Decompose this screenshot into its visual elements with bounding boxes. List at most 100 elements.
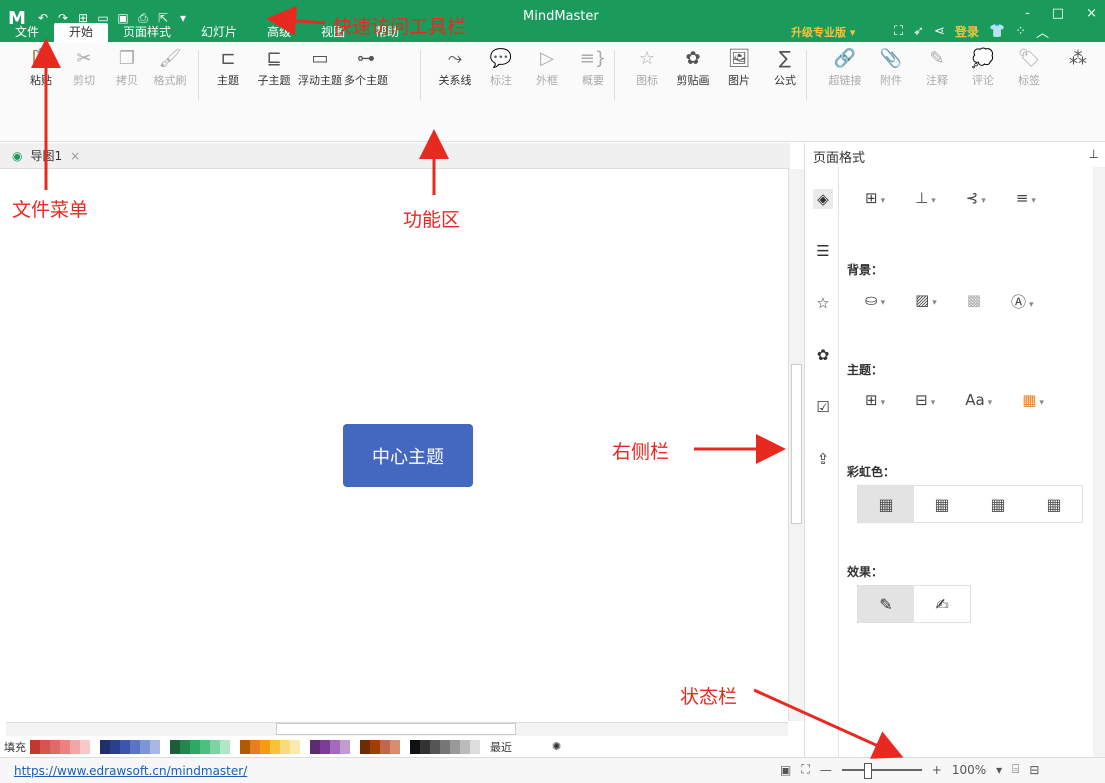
close-tab-icon[interactable]: × bbox=[70, 149, 80, 163]
remove-background-icon[interactable]: ▩ bbox=[967, 291, 981, 312]
theme-icon[interactable]: ⊞ ▾ bbox=[865, 391, 885, 409]
ribbon-separator bbox=[806, 50, 807, 100]
zoom-level[interactable]: 100% bbox=[952, 763, 986, 777]
right-panel: 页面格式 ⊥ ◈ ☰ ☆ ✿ ☑ ⇪ ⊞ ▾ ⊥ ▾ ⊰ ▾ ≡ ▾ 背景： ⛀ ▾ ▨ ▾… bbox=[804, 143, 1105, 757]
app-title: MindMaster bbox=[523, 9, 599, 24]
clipart-icon[interactable]: ✿ bbox=[813, 345, 833, 365]
upgrade-button[interactable]: 升级专业版 ▾ bbox=[791, 24, 855, 40]
maximize-button[interactable]: □ bbox=[1052, 6, 1064, 21]
rainbow-option-4[interactable]: ▦ bbox=[1026, 486, 1082, 522]
fit-screen-icon[interactable]: ⛶ bbox=[801, 762, 809, 777]
cut-icon: ✂ bbox=[76, 48, 92, 69]
central-topic[interactable]: 中心主题 bbox=[343, 424, 473, 487]
skin-icon[interactable]: 👕 bbox=[989, 24, 1005, 39]
ribbon-separator bbox=[614, 50, 615, 100]
ribbon-button-18[interactable]: ✎ 注释 bbox=[914, 46, 960, 88]
ribbon-button-5[interactable]: ⊑ 子主题 bbox=[251, 46, 297, 88]
color-swatch[interactable] bbox=[475, 739, 480, 754]
canvas[interactable]: 中心主题 bbox=[0, 169, 788, 721]
send-icon[interactable]: ➶ bbox=[913, 24, 924, 39]
document-tab[interactable]: ◉ 导图1 × bbox=[12, 147, 80, 164]
ribbon-button-label: 图标 bbox=[636, 74, 658, 87]
ribbon-button-11[interactable]: ≡} 概要 bbox=[570, 46, 616, 88]
tab-file[interactable]: 文件 bbox=[0, 23, 54, 42]
ribbon-button-13[interactable]: ✿ 剪贴画 bbox=[670, 46, 716, 88]
background-image-icon[interactable]: ▨ ▾ bbox=[915, 291, 937, 312]
tab-home[interactable]: 开始 bbox=[54, 23, 109, 42]
ribbon-button-label: 评论 bbox=[972, 74, 994, 87]
palette-icon[interactable]: ✺ bbox=[552, 740, 561, 753]
share-icon[interactable]: ⋖ bbox=[934, 24, 945, 39]
ribbon-button-label: 粘贴 bbox=[30, 74, 52, 87]
zoom-in-button[interactable]: + bbox=[932, 763, 942, 777]
ribbon-button-15[interactable]: ∑ 公式 bbox=[762, 46, 808, 88]
zoom-slider[interactable] bbox=[841, 762, 922, 779]
font-icon[interactable]: Aa ▾ bbox=[965, 391, 992, 409]
ribbon-button-1[interactable]: ✂ 剪切 bbox=[61, 46, 107, 88]
ribbon-button-0[interactable]: 📋 粘贴 bbox=[18, 46, 64, 88]
vertical-scroll-thumb[interactable] bbox=[791, 364, 802, 524]
ribbon-button-7[interactable]: ⊶ 多个主题 bbox=[343, 46, 389, 88]
ribbon-button-label: 关系线 bbox=[438, 74, 472, 87]
watermark-icon[interactable]: Ⓐ ▾ bbox=[1011, 291, 1034, 312]
website-link[interactable]: https://www.edrawsoft.cn/mindmaster/ bbox=[14, 764, 247, 778]
ribbon-more-button[interactable]: ⁂ bbox=[1055, 46, 1101, 72]
ribbon-button-19[interactable]: 💭 评论 bbox=[960, 46, 1006, 88]
layout-icon[interactable]: ⊞ ▾ bbox=[865, 189, 885, 207]
zoom-dropdown-icon[interactable]: ▾ bbox=[996, 763, 1002, 777]
rainbow-option-2[interactable]: ▦ bbox=[914, 486, 970, 522]
effect-hand-drawn-icon[interactable]: ✍ bbox=[914, 586, 970, 622]
ribbon-button-8[interactable]: ⤳ 关系线 bbox=[432, 46, 478, 88]
page-view-icon[interactable]: ▣ bbox=[780, 763, 791, 777]
ribbon-button-4[interactable]: ⊏ 主题 bbox=[205, 46, 251, 88]
tab-page-style[interactable]: 页面样式 bbox=[108, 23, 186, 42]
outline-icon[interactable]: ☰ bbox=[813, 241, 833, 261]
canvas-vertical-scrollbar[interactable] bbox=[788, 169, 804, 721]
ribbon-button-label: 超链接 bbox=[828, 74, 862, 87]
ribbon-button-16[interactable]: 🔗 超链接 bbox=[822, 46, 868, 88]
ribbon-button-20[interactable]: 🏷 标签 bbox=[1006, 46, 1052, 88]
pin-icon[interactable]: ⊥ bbox=[1089, 147, 1099, 161]
connector-icon[interactable]: ⊰ ▾ bbox=[966, 189, 986, 207]
ribbon-button-6[interactable]: ▭ 浮动主题 bbox=[297, 46, 343, 88]
ribbon-button-17[interactable]: 📎 附件 bbox=[868, 46, 914, 88]
tab-advanced[interactable]: 高级 bbox=[252, 23, 306, 42]
collapse-ribbon-icon[interactable]: ︿ bbox=[1036, 22, 1049, 41]
theme-style-icon[interactable]: ⊟ ▾ bbox=[915, 391, 935, 409]
ribbon-button-14[interactable]: 🖼 图片 bbox=[716, 46, 762, 88]
rainbow-option-3[interactable]: ▦ bbox=[970, 486, 1026, 522]
fill-bucket-icon[interactable]: ⛀ ▾ bbox=[865, 291, 885, 312]
apps-icon[interactable]: ⁘ bbox=[1015, 24, 1026, 39]
right-panel-scrollbar[interactable] bbox=[1093, 167, 1105, 757]
ribbon: 📋 粘贴 ✂ 剪切 ❐ 拷贝 🖌 格式刷 ⊏ 主题 ⊑ 子主题 ▭ 浮动主题 ⊶ 多个主题 ⤳ 关系线 💬 标注 ▷ 外框… bbox=[0, 42, 1105, 142]
tab-slides[interactable]: 幻灯片 bbox=[186, 23, 252, 42]
horizontal-scroll-thumb[interactable] bbox=[276, 723, 516, 735]
structure-icon[interactable]: ⊥ ▾ bbox=[915, 189, 936, 207]
ribbon-button-10[interactable]: ▷ 外框 bbox=[524, 46, 570, 88]
ribbon-button-label: 拷贝 bbox=[116, 74, 138, 87]
fullscreen-icon[interactable]: ⛶ bbox=[894, 24, 903, 39]
comment-icon: 💭 bbox=[971, 48, 995, 69]
effect-pen-icon[interactable]: ✎ bbox=[858, 586, 914, 622]
ribbon-button-12[interactable]: ☆ 图标 bbox=[624, 46, 670, 88]
right-panel-sidebar: ◈ ☰ ☆ ✿ ☑ ⇪ bbox=[805, 167, 839, 757]
minimize-button[interactable]: - bbox=[1025, 6, 1030, 21]
ribbon-button-2[interactable]: ❐ 拷贝 bbox=[104, 46, 150, 88]
ribbon-button-3[interactable]: 🖌 格式刷 bbox=[147, 46, 193, 88]
collapse-panel-icon[interactable]: ⊟ bbox=[1029, 763, 1039, 777]
ribbon-button-9[interactable]: 💬 标注 bbox=[478, 46, 524, 88]
fit-page-icon[interactable]: ⌸ bbox=[1012, 762, 1019, 777]
summary-icon: ≡} bbox=[579, 48, 607, 69]
upload-icon[interactable]: ⇪ bbox=[813, 449, 833, 469]
numbering-icon[interactable]: ≡ ▾ bbox=[1016, 189, 1036, 207]
rainbow-option-1[interactable]: ▦ bbox=[858, 486, 914, 522]
task-icon[interactable]: ☑ bbox=[813, 397, 833, 417]
zoom-out-button[interactable]: — bbox=[820, 763, 832, 777]
page-format-icon[interactable]: ◈ bbox=[813, 189, 833, 209]
color-scheme-icon[interactable]: ▦ ▾ bbox=[1022, 391, 1044, 409]
ribbon-button-label: 浮动主题 bbox=[298, 74, 342, 87]
mark-icon[interactable]: ☆ bbox=[813, 293, 833, 313]
close-button[interactable]: × bbox=[1086, 6, 1097, 21]
login-button[interactable]: 登录 bbox=[955, 23, 979, 40]
canvas-horizontal-scrollbar[interactable] bbox=[6, 722, 788, 736]
